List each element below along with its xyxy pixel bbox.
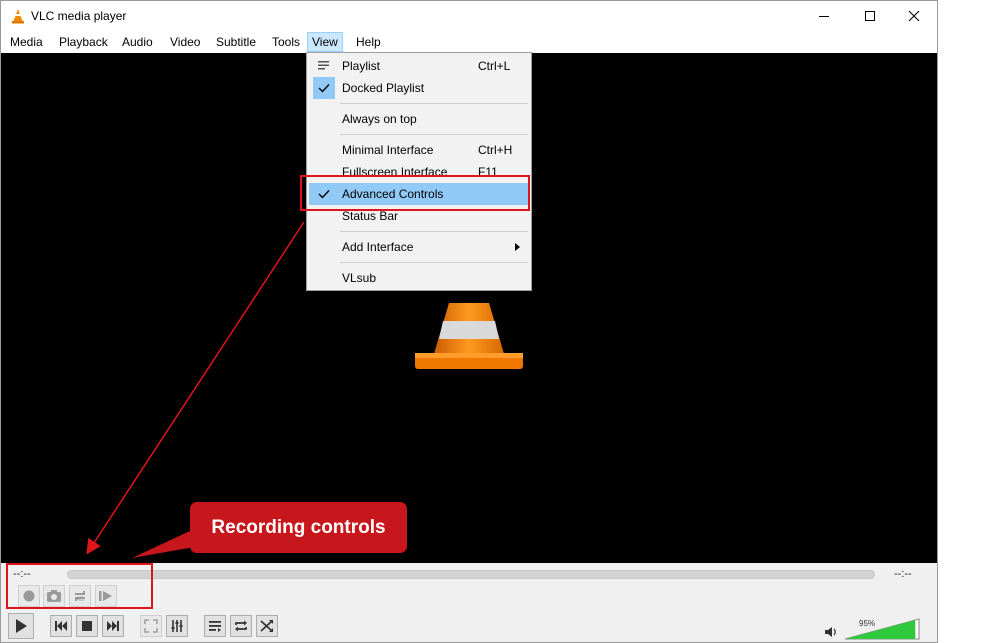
callout-recording-controls: Recording controls: [190, 502, 407, 553]
annotation-arrows: [86, 221, 305, 558]
